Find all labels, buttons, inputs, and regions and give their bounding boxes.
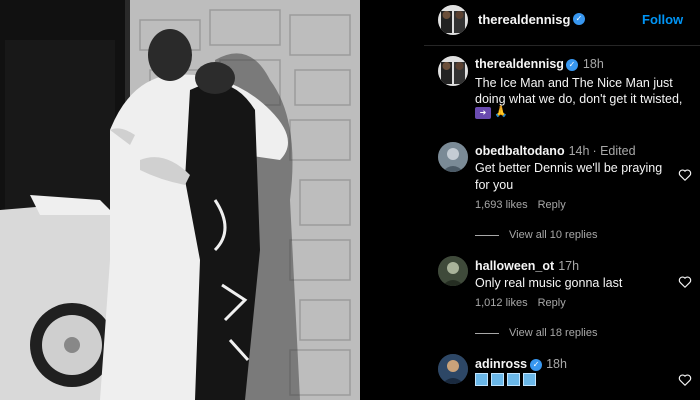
- like-heart-icon[interactable]: [678, 275, 692, 289]
- comment-header: halloween_ot 17h: [475, 259, 579, 273]
- caption-emojis: ➜ 🙏: [475, 106, 508, 119]
- verified-badge-icon: ✓: [565, 58, 578, 71]
- comment-username[interactable]: obedbaltodano: [475, 144, 565, 158]
- verified-badge-icon: ✓: [573, 13, 585, 25]
- view-replies-label: View all 18 replies: [509, 327, 598, 339]
- like-heart-icon[interactable]: [678, 373, 692, 387]
- follow-button[interactable]: Follow: [642, 12, 683, 27]
- ice-cube-emoji-icon: [507, 373, 520, 386]
- comment-time[interactable]: 18h: [546, 357, 567, 371]
- caption-text: The Ice Man and The Nice Man just doing …: [475, 76, 683, 106]
- comment-username[interactable]: adinross: [475, 357, 527, 371]
- verified-badge-icon: ✓: [530, 358, 543, 371]
- reply-button[interactable]: Reply: [538, 297, 566, 309]
- caption-avatar[interactable]: [438, 56, 468, 86]
- comment-meta: 1,693 likes Reply: [475, 199, 566, 211]
- view-replies-button[interactable]: View all 10 replies: [475, 229, 597, 241]
- folded-hands-emoji-icon: 🙏: [494, 106, 508, 118]
- commenter-avatar-image: [438, 142, 468, 172]
- replies-divider-line: [475, 234, 499, 236]
- author-username[interactable]: therealdennisg: [478, 12, 570, 27]
- comment-time[interactable]: 14h: [569, 144, 590, 158]
- comments-panel: therealdennisg ✓ Follow therealdennisg ✓ 1…: [424, 0, 700, 400]
- photo-gutter: [360, 0, 424, 400]
- commenter-avatar-image: [438, 256, 468, 286]
- commenter-avatar[interactable]: [438, 354, 468, 384]
- comment-text: Get better Dennis we'll be praying for y…: [475, 161, 663, 192]
- post-header: therealdennisg ✓ Follow: [424, 0, 700, 46]
- like-heart-icon[interactable]: [678, 168, 692, 182]
- view-replies-label: View all 10 replies: [509, 229, 598, 241]
- comment-likes-count[interactable]: 1,012 likes: [475, 297, 528, 309]
- ice-cube-emoji-icon: [475, 373, 488, 386]
- comment-text: Only real music gonna last: [475, 276, 623, 290]
- comment-header: obedbaltodano 14h · Edited: [475, 144, 636, 158]
- caption-header: therealdennisg ✓ 18h: [475, 57, 604, 71]
- commenter-avatar[interactable]: [438, 256, 468, 286]
- commenter-avatar-image: [438, 354, 468, 384]
- comment-meta: 1,012 likes Reply: [475, 297, 566, 309]
- post-photo-image: [0, 0, 360, 400]
- author-avatar[interactable]: [438, 5, 468, 35]
- comment-header: adinross ✓ 18h: [475, 357, 567, 371]
- commenter-avatar[interactable]: [438, 142, 468, 172]
- ice-cube-emoji-icon: [523, 373, 536, 386]
- caption-username[interactable]: therealdennisg: [475, 57, 564, 71]
- ice-cube-emoji-icon: [491, 373, 504, 386]
- comment-edited-label: · Edited: [592, 144, 636, 158]
- comment-username[interactable]: halloween_ot: [475, 259, 554, 273]
- post-photo: [0, 0, 360, 400]
- reply-button[interactable]: Reply: [538, 199, 566, 211]
- comment-likes-count[interactable]: 1,693 likes: [475, 199, 528, 211]
- replies-divider-line: [475, 332, 499, 334]
- comment-text: [475, 373, 539, 386]
- comment-time[interactable]: 17h: [558, 259, 579, 273]
- soon-arrow-emoji-icon: ➜: [475, 107, 491, 119]
- view-replies-button[interactable]: View all 18 replies: [475, 327, 597, 339]
- caption-time[interactable]: 18h: [583, 57, 604, 71]
- author-avatar-image: [438, 5, 468, 35]
- caption-avatar-image: [438, 56, 468, 86]
